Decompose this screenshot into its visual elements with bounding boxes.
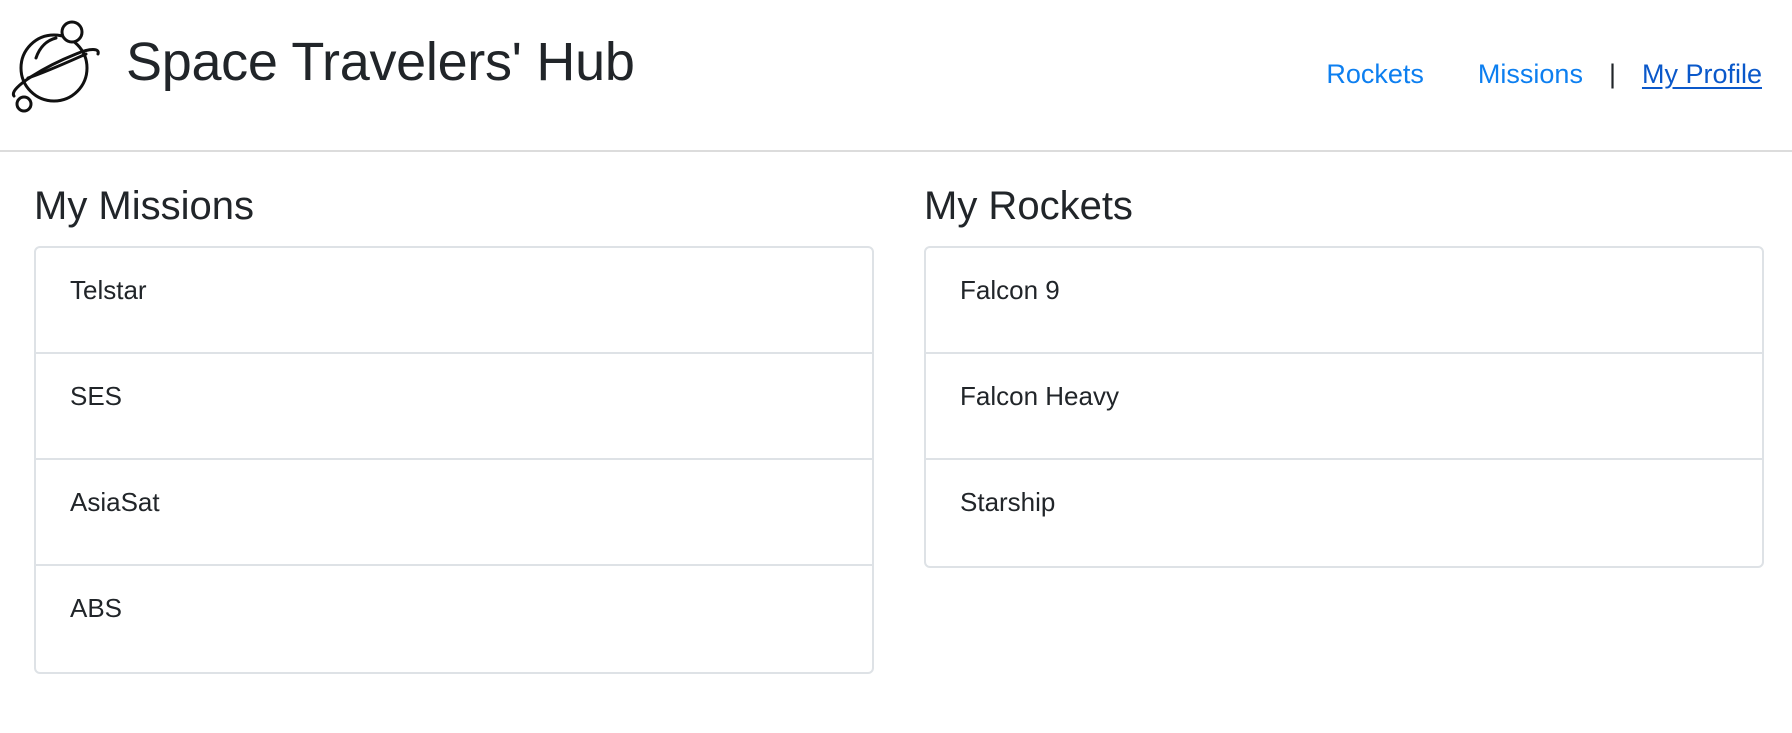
my-rockets-section: My Rockets Falcon 9 Falcon Heavy Starshi… [924,180,1764,568]
nav-separator: | [1608,59,1616,89]
my-missions-heading: My Missions [34,184,255,228]
rockets-list: Falcon 9 Falcon Heavy Starship [924,246,1764,568]
rocket-item: Falcon 9 [926,248,1762,354]
site-title: Space Travelers' Hub [126,32,635,92]
mission-item: AsiaSat [36,460,872,566]
mission-item: SES [36,354,872,460]
my-missions-section: My Missions Telstar SES AsiaSat ABS [34,180,874,674]
main-nav: Rockets Missions | My Profile [1326,54,1762,94]
rocket-item: Falcon Heavy [926,354,1762,460]
profile-content: My Missions Telstar SES AsiaSat ABS My R… [0,152,1792,732]
mission-item: Telstar [36,248,872,354]
missions-list: Telstar SES AsiaSat ABS [34,246,874,674]
site-header: Space Travelers' Hub Rockets Missions | … [0,0,1792,152]
nav-link-my-profile[interactable]: My Profile [1642,54,1762,94]
nav-link-missions[interactable]: Missions [1478,54,1583,94]
nav-link-rockets[interactable]: Rockets [1326,54,1424,94]
mission-item: ABS [70,593,123,623]
rocket-item: Starship [960,487,1056,517]
my-rockets-heading: My Rockets [924,184,1133,228]
planet-icon[interactable] [6,18,102,114]
